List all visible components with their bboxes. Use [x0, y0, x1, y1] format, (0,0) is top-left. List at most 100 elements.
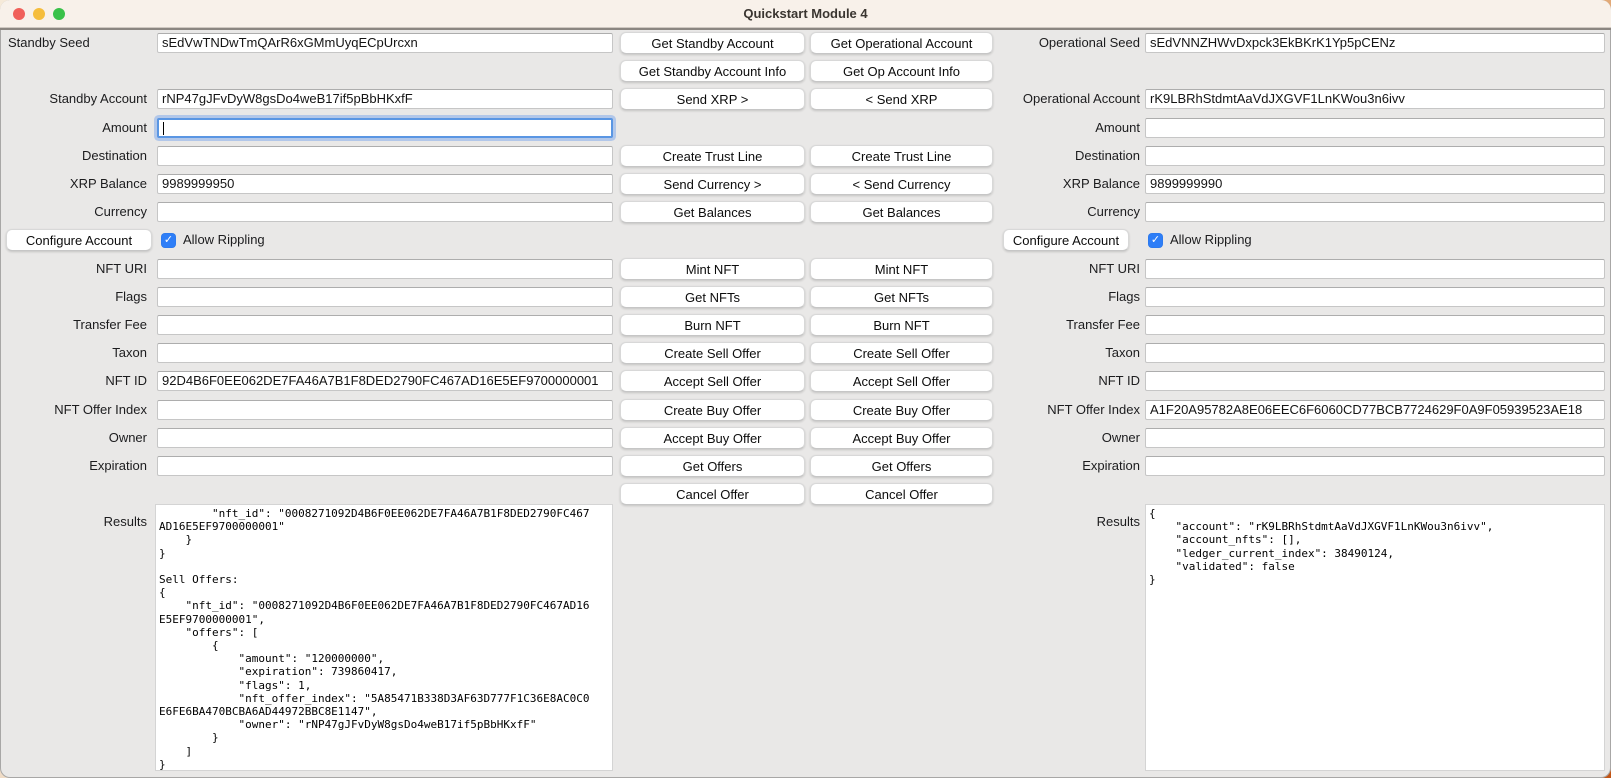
standby-get-balances-button[interactable]: Get Balances	[620, 201, 805, 223]
operational-create-sell-offer-button[interactable]: Create Sell Offer	[810, 342, 993, 364]
standby-nft-uri-label: NFT URI	[0, 260, 147, 278]
standby-flags-field[interactable]	[157, 287, 613, 307]
standby-account-label: Standby Account	[0, 90, 147, 108]
standby-create-buy-offer-button[interactable]: Create Buy Offer	[620, 399, 805, 421]
standby-results-text[interactable]: "nft_id": "0008271092D4B6F0EE062DE7FA46A…	[155, 504, 613, 771]
operational-account-label: Operational Account	[1000, 90, 1140, 108]
operational-accept-sell-offer-button[interactable]: Accept Sell Offer	[810, 370, 993, 392]
standby-taxon-label: Taxon	[0, 344, 147, 362]
standby-results-label: Results	[0, 513, 147, 531]
operational-xrp-balance-label: XRP Balance	[1000, 175, 1140, 193]
operational-results-text[interactable]: { "account": "rK9LBRhStdmtAaVdJXGVF1LnKW…	[1145, 504, 1605, 771]
standby-nft-offer-index-label: NFT Offer Index	[0, 401, 147, 419]
operational-account-field[interactable]: rK9LBRhStdmtAaVdJXGVF1LnKWou3n6ivv	[1145, 89, 1605, 109]
operational-allow-rippling-label: Allow Rippling	[1170, 231, 1252, 249]
standby-accept-buy-offer-button[interactable]: Accept Buy Offer	[620, 427, 805, 449]
standby-destination-field[interactable]	[157, 146, 613, 166]
get-standby-account-button[interactable]: Get Standby Account	[620, 32, 805, 54]
standby-nft-id-field[interactable]: 92D4B6F0EE062DE7FA46A7B1F8DED2790FC467AD…	[157, 371, 613, 391]
operational-send-currency-button[interactable]: < Send Currency	[810, 173, 993, 195]
operational-destination-field[interactable]	[1145, 146, 1605, 166]
operational-burn-nft-button[interactable]: Burn NFT	[810, 314, 993, 336]
standby-create-trust-line-button[interactable]: Create Trust Line	[620, 145, 805, 167]
operational-results-label: Results	[1000, 513, 1140, 531]
operational-configure-account-button[interactable]: Configure Account	[1003, 229, 1129, 251]
operational-currency-field[interactable]	[1145, 202, 1605, 222]
operational-mint-nft-button[interactable]: Mint NFT	[810, 258, 993, 280]
title-bar: Quickstart Module 4	[0, 0, 1611, 28]
operational-transfer-fee-label: Transfer Fee	[1000, 316, 1140, 334]
operational-taxon-field[interactable]	[1145, 343, 1605, 363]
operational-taxon-label: Taxon	[1000, 344, 1140, 362]
operational-expiration-field[interactable]	[1145, 456, 1605, 476]
get-standby-account-info-button[interactable]: Get Standby Account Info	[620, 60, 805, 82]
standby-get-offers-button[interactable]: Get Offers	[620, 455, 805, 477]
standby-cancel-offer-button[interactable]: Cancel Offer	[620, 483, 805, 505]
operational-create-buy-offer-button[interactable]: Create Buy Offer	[810, 399, 993, 421]
operational-get-offers-button[interactable]: Get Offers	[810, 455, 993, 477]
standby-transfer-fee-field[interactable]	[157, 315, 613, 335]
standby-seed-label: Standby Seed	[8, 34, 90, 52]
standby-currency-label: Currency	[0, 203, 147, 221]
get-operational-account-button[interactable]: Get Operational Account	[810, 32, 993, 54]
operational-flags-field[interactable]	[1145, 287, 1605, 307]
standby-create-sell-offer-button[interactable]: Create Sell Offer	[620, 342, 805, 364]
operational-amount-label: Amount	[1000, 119, 1140, 137]
standby-xrp-balance-field[interactable]: 9989999950	[157, 174, 613, 194]
standby-taxon-field[interactable]	[157, 343, 613, 363]
get-op-account-info-button[interactable]: Get Op Account Info	[810, 60, 993, 82]
standby-currency-field[interactable]	[157, 202, 613, 222]
standby-send-xrp-button[interactable]: Send XRP >	[620, 88, 805, 110]
operational-accept-buy-offer-button[interactable]: Accept Buy Offer	[810, 427, 993, 449]
titlebar-divider	[0, 28, 1611, 30]
operational-flags-label: Flags	[1000, 288, 1140, 306]
standby-accept-sell-offer-button[interactable]: Accept Sell Offer	[620, 370, 805, 392]
operational-nft-uri-field[interactable]	[1145, 259, 1605, 279]
standby-allow-rippling-checkbox[interactable]	[161, 233, 176, 248]
operational-seed-label: Operational Seed	[1000, 34, 1140, 52]
standby-owner-label: Owner	[0, 429, 147, 447]
standby-nft-offer-index-field[interactable]	[157, 400, 613, 420]
standby-amount-field[interactable]	[157, 118, 613, 138]
operational-allow-rippling-checkbox[interactable]	[1148, 233, 1163, 248]
operational-transfer-fee-field[interactable]	[1145, 315, 1605, 335]
standby-account-field[interactable]: rNP47gJFvDyW8gsDo4weB17if5pBbHKxfF	[157, 89, 613, 109]
operational-nft-offer-index-label: NFT Offer Index	[1000, 401, 1140, 419]
standby-seed-field[interactable]: sEdVwTNDwTmQArR6xGMmUyqECpUrcxn	[157, 33, 613, 53]
operational-owner-label: Owner	[1000, 429, 1140, 447]
operational-owner-field[interactable]	[1145, 428, 1605, 448]
operational-xrp-balance-field[interactable]: 9899999990	[1145, 174, 1605, 194]
standby-destination-label: Destination	[0, 147, 147, 165]
text-caret	[163, 122, 164, 135]
operational-send-xrp-button[interactable]: < Send XRP	[810, 88, 993, 110]
standby-flags-label: Flags	[0, 288, 147, 306]
standby-get-nfts-button[interactable]: Get NFTs	[620, 286, 805, 308]
operational-nft-id-field[interactable]	[1145, 371, 1605, 391]
window-title: Quickstart Module 4	[0, 6, 1611, 21]
app-window: Quickstart Module 4 Standby Seed Standby…	[0, 0, 1611, 778]
standby-expiration-label: Expiration	[0, 457, 147, 475]
standby-mint-nft-button[interactable]: Mint NFT	[620, 258, 805, 280]
standby-configure-account-button[interactable]: Configure Account	[6, 229, 152, 251]
standby-nft-id-label: NFT ID	[0, 372, 147, 390]
standby-allow-rippling-label: Allow Rippling	[183, 231, 265, 249]
operational-nft-uri-label: NFT URI	[1000, 260, 1140, 278]
operational-create-trust-line-button[interactable]: Create Trust Line	[810, 145, 993, 167]
operational-destination-label: Destination	[1000, 147, 1140, 165]
standby-send-currency-button[interactable]: Send Currency >	[620, 173, 805, 195]
standby-owner-field[interactable]	[157, 428, 613, 448]
operational-amount-field[interactable]	[1145, 118, 1605, 138]
operational-nft-offer-index-field[interactable]: A1F20A95782A8E06EEC6F6060CD77BCB7724629F…	[1145, 400, 1605, 420]
operational-get-balances-button[interactable]: Get Balances	[810, 201, 993, 223]
operational-seed-field[interactable]: sEdVNNZHWvDxpck3EkBKrK1Yp5pCENz	[1145, 33, 1605, 53]
operational-get-nfts-button[interactable]: Get NFTs	[810, 286, 993, 308]
operational-nft-id-label: NFT ID	[1000, 372, 1140, 390]
standby-amount-label: Amount	[0, 119, 147, 137]
standby-xrp-balance-label: XRP Balance	[0, 175, 147, 193]
operational-expiration-label: Expiration	[1000, 457, 1140, 475]
standby-expiration-field[interactable]	[157, 456, 613, 476]
standby-burn-nft-button[interactable]: Burn NFT	[620, 314, 805, 336]
operational-cancel-offer-button[interactable]: Cancel Offer	[810, 483, 993, 505]
operational-currency-label: Currency	[1000, 203, 1140, 221]
standby-nft-uri-field[interactable]	[157, 259, 613, 279]
